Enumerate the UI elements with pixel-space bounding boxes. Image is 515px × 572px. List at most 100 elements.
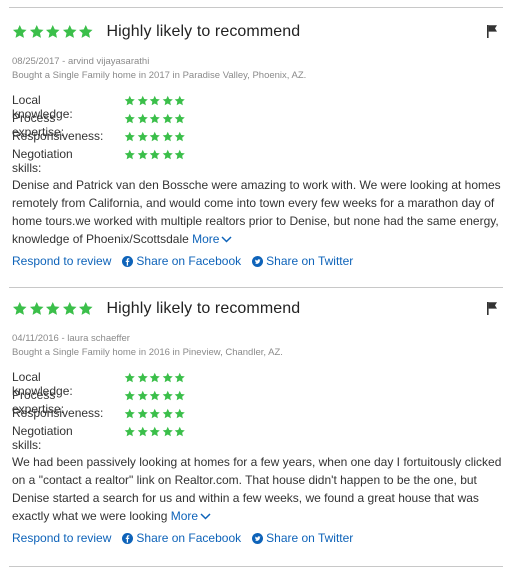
star-icon <box>149 390 160 401</box>
star-icon <box>29 302 44 316</box>
review-actions: Respond to review Share on Facebook Shar… <box>12 531 353 545</box>
overall-rating-stars <box>12 24 94 40</box>
review-text: Denise and Patrick van den Bossche were … <box>12 178 501 246</box>
review-body: Denise and Patrick van den Bossche were … <box>12 176 504 248</box>
flag-icon[interactable] <box>486 24 498 38</box>
flag-icon[interactable] <box>486 301 498 315</box>
share-facebook-link[interactable]: Share on Facebook <box>122 531 241 545</box>
star-icon <box>149 113 160 124</box>
rating-label: Negotiation skills: <box>12 147 73 175</box>
star-icon <box>162 390 173 401</box>
rating-label: Responsiveness: <box>12 129 104 143</box>
review-header: Highly likely to recommend <box>12 297 300 321</box>
reviews-list: Highly likely to recommend 08/25/2017 - … <box>0 0 515 572</box>
star-icon <box>149 149 160 160</box>
star-icon <box>162 131 173 142</box>
star-icon <box>12 25 27 39</box>
star-icon <box>137 131 148 142</box>
rating-stars <box>124 95 186 107</box>
star-icon <box>162 113 173 124</box>
chevron-down-icon <box>200 513 211 520</box>
star-icon <box>162 149 173 160</box>
star-icon <box>174 95 185 106</box>
star-icon <box>174 408 185 419</box>
share-twitter-link[interactable]: Share on Twitter <box>252 531 353 545</box>
star-icon <box>78 302 93 316</box>
twitter-icon <box>252 532 264 544</box>
star-icon <box>124 113 135 124</box>
divider <box>9 287 503 288</box>
review-body: We had been passively looking at homes f… <box>12 453 504 525</box>
rating-stars <box>124 426 186 438</box>
respond-label: Respond to review <box>12 531 112 545</box>
star-icon <box>124 149 135 160</box>
rating-label: Responsiveness: <box>12 406 104 420</box>
divider <box>9 7 503 8</box>
star-icon <box>174 372 185 383</box>
respond-label: Respond to review <box>12 254 112 268</box>
rating-stars <box>124 372 186 384</box>
twitter-label: Share on Twitter <box>266 531 354 545</box>
rating-stars <box>124 149 186 161</box>
facebook-icon <box>122 255 134 267</box>
star-icon <box>174 426 185 437</box>
star-icon <box>62 25 77 39</box>
star-icon <box>78 25 93 39</box>
star-icon <box>174 390 185 401</box>
respond-to-review-link[interactable]: Respond to review <box>12 254 111 268</box>
star-icon <box>124 372 135 383</box>
star-icon <box>45 25 60 39</box>
twitter-icon <box>252 255 264 267</box>
star-icon <box>45 302 60 316</box>
rating-stars <box>124 131 186 143</box>
rating-stars <box>124 113 186 125</box>
review-headline: Highly likely to recommend <box>106 300 301 317</box>
star-icon <box>149 408 160 419</box>
star-icon <box>162 95 173 106</box>
review-date-author: 08/25/2017 - arvind vijayasarathi <box>12 56 150 67</box>
review-text: We had been passively looking at homes f… <box>12 455 502 523</box>
review-headline: Highly likely to recommend <box>106 23 301 40</box>
star-icon <box>149 95 160 106</box>
star-icon <box>174 149 185 160</box>
star-icon <box>124 408 135 419</box>
facebook-label: Share on Facebook <box>136 531 242 545</box>
star-icon <box>174 113 185 124</box>
respond-to-review-link[interactable]: Respond to review <box>12 531 111 545</box>
overall-rating-stars <box>12 301 94 317</box>
chevron-down-icon <box>221 236 233 243</box>
twitter-label: Share on Twitter <box>266 254 354 268</box>
rating-label: Negotiation skills: <box>12 424 73 452</box>
star-icon <box>149 426 160 437</box>
divider <box>9 566 503 567</box>
star-icon <box>137 408 148 419</box>
more-link[interactable]: More <box>171 509 211 523</box>
star-icon <box>137 149 148 160</box>
star-icon <box>137 390 148 401</box>
star-icon <box>137 372 148 383</box>
review-header: Highly likely to recommend <box>12 20 300 44</box>
review-purchase-info: Bought a Single Family home in 2016 in P… <box>12 347 283 358</box>
star-icon <box>12 302 27 316</box>
star-icon <box>124 390 135 401</box>
star-icon <box>174 131 185 142</box>
star-icon <box>137 113 148 124</box>
star-icon <box>124 95 135 106</box>
star-icon <box>162 426 173 437</box>
review-actions: Respond to review Share on Facebook Shar… <box>12 254 353 268</box>
star-icon <box>62 302 77 316</box>
star-icon <box>124 426 135 437</box>
more-label: More <box>192 232 220 246</box>
facebook-label: Share on Facebook <box>136 254 242 268</box>
facebook-icon <box>122 532 134 544</box>
star-icon <box>149 131 160 142</box>
star-icon <box>162 372 173 383</box>
more-link[interactable]: More <box>192 232 233 246</box>
share-twitter-link[interactable]: Share on Twitter <box>252 254 353 268</box>
rating-stars <box>124 408 186 420</box>
share-facebook-link[interactable]: Share on Facebook <box>122 254 241 268</box>
review-purchase-info: Bought a Single Family home in 2017 in P… <box>12 70 307 81</box>
star-icon <box>137 95 148 106</box>
star-icon <box>162 408 173 419</box>
star-icon <box>29 25 44 39</box>
